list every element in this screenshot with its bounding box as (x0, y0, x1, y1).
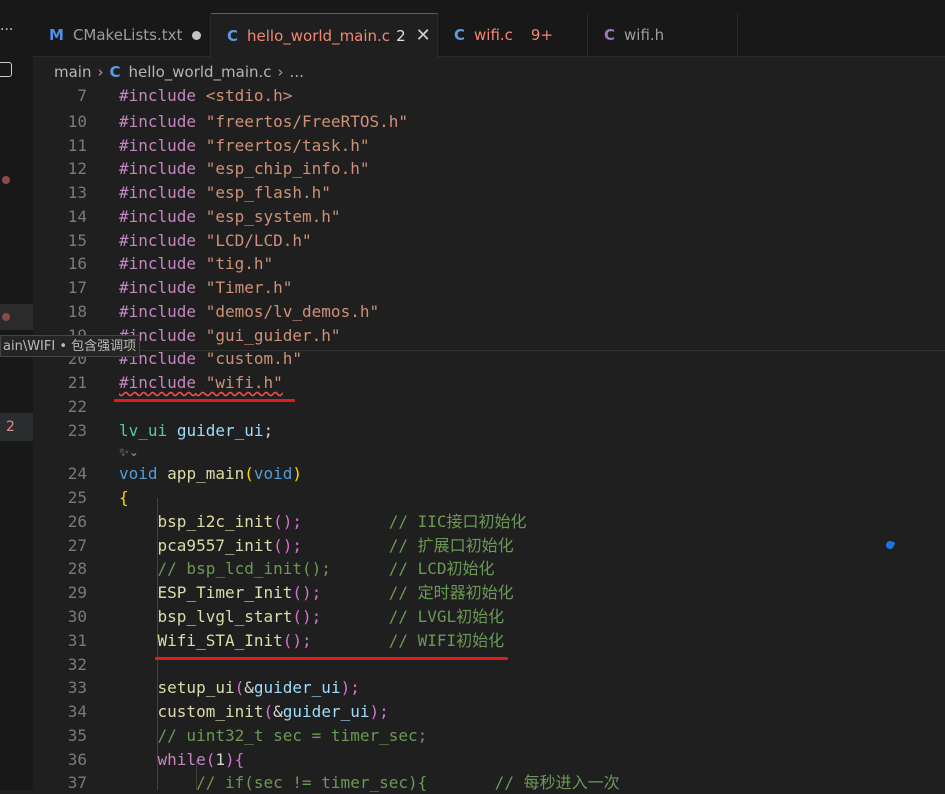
problem-count: 2 (396, 26, 406, 45)
hover-tooltip: ain\WIFI • 包含强调项 (0, 335, 140, 357)
code-line: 7 #include <stdio.h> (77, 86, 293, 105)
unsaved-dot-icon[interactable] (192, 30, 202, 40)
code-line: 13 #include "esp_flash.h" (67, 183, 331, 202)
close-icon[interactable]: ✕ (416, 25, 431, 46)
tab-label: hello_world_main.c (247, 26, 391, 45)
tab-label: wifi.c (474, 26, 513, 44)
code-line: 31 Wifi_STA_Init(); // WIFI初始化 (67, 631, 505, 650)
code-editor[interactable]: 7 #include <stdio.h> 10 #include "freertos… (33, 84, 945, 792)
breakpoint-icon[interactable] (2, 313, 10, 321)
code-line: 35 // uint32_t sec = timer_sec; (67, 726, 428, 745)
breadcrumb-file[interactable]: hello_world_main.c (129, 63, 272, 81)
problems-count-badge[interactable]: 2 (0, 413, 33, 441)
tab-wifi-h[interactable]: C wifi.h (588, 14, 738, 56)
activity-bar: ··· 2 (0, 0, 33, 790)
breadcrumb: main › C hello_world_main.c › ... (54, 62, 304, 82)
code-line: 18 #include "demos/lv_demos.h" (67, 302, 380, 321)
tab-cmakelists[interactable]: M CMakeLists.txt (33, 14, 211, 56)
code-line: 37 // if(sec != timer_sec){ // 每秒进入一次 (67, 773, 620, 792)
tab-hello-world-main[interactable]: C hello_world_main.c 2 ✕ (211, 13, 438, 57)
c-file-icon: C (227, 26, 239, 45)
explorer-icon[interactable] (0, 62, 12, 77)
code-line: 29 ESP_Timer_Init(); // 定时器初始化 (67, 583, 514, 602)
code-line-error: 21 #include "wifi.h" (67, 373, 283, 392)
cmake-file-icon: M (49, 26, 64, 44)
code-line: 26 bsp_i2c_init(); // IIC接口初始化 (67, 512, 527, 531)
tab-label: wifi.h (624, 26, 665, 44)
code-line: 24 void app_main(void) (67, 464, 303, 483)
problem-count: 9+ (530, 26, 554, 44)
c-file-icon: C (454, 26, 466, 44)
code-line: 19#include "gui_guider.h" (68, 326, 341, 345)
more-actions-icon[interactable]: ··· (0, 22, 13, 38)
chevron-right-icon: › (277, 63, 284, 81)
tab-wifi-c[interactable]: C wifi.c 9+ (438, 14, 588, 56)
code-line: 28 // bsp_lcd_init(); // LCD初始化 (67, 559, 495, 578)
chevron-right-icon: › (97, 63, 104, 81)
copilot-icon[interactable]: ✨︎⌄ (119, 445, 139, 460)
h-file-icon: C (604, 26, 616, 44)
code-line: 30 bsp_lvgl_start(); // LVGL初始化 (67, 607, 505, 626)
code-line: 34 custom_init(&guider_ui); (67, 702, 389, 721)
code-line: 10 #include "freertos/FreeRTOS.h" (67, 112, 408, 131)
code-line: 12 #include "esp_chip_info.h" (67, 159, 370, 178)
code-line: 11 #include "freertos/task.h" (67, 136, 370, 155)
code-line: 16 #include "tig.h" (67, 254, 274, 273)
code-line: 36 while(1){ (67, 750, 245, 769)
annotation-underline (114, 399, 295, 402)
editor-tab-bar: M CMakeLists.txt C hello_world_main.c 2 … (33, 0, 945, 57)
breadcrumb-folder[interactable]: main (54, 63, 91, 81)
breadcrumb-symbol[interactable]: ... (290, 63, 304, 81)
code-line: 20 #include "custom.h" (67, 349, 303, 368)
annotation-underline (155, 657, 508, 660)
breakpoint-icon[interactable] (2, 176, 10, 184)
code-line: 25{ (67, 488, 129, 507)
code-line: 23 lv_ui guider_ui; (67, 421, 274, 440)
c-file-icon: C (109, 63, 121, 81)
tab-label: CMakeLists.txt (72, 26, 183, 44)
code-line: 15 #include "LCD/LCD.h" (67, 231, 312, 250)
code-line: 14 #include "esp_system.h" (67, 207, 341, 226)
code-line: 33 setup_ui(&guider_ui); (67, 678, 360, 697)
code-line: 27 pca9557_init(); // 扩展口初始化 (67, 536, 514, 555)
code-line: 17 #include "Timer.h" (67, 278, 293, 297)
